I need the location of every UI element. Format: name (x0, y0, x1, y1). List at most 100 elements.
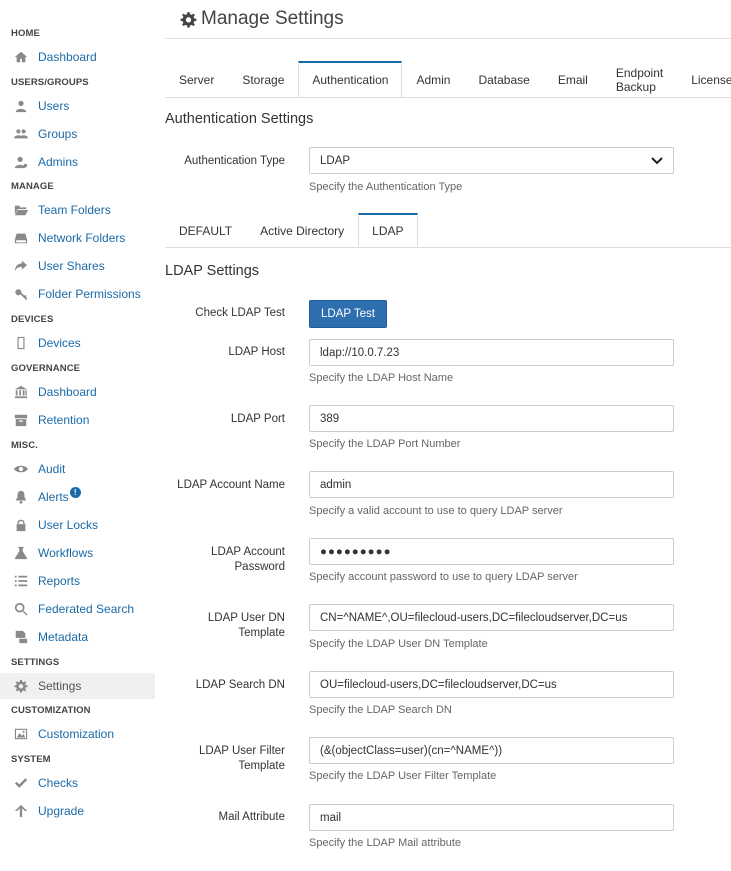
search-icon (12, 601, 30, 617)
subtab-active-directory[interactable]: Active Directory (246, 213, 358, 247)
auth-type-help: Specify the Authentication Type (309, 181, 463, 193)
sidebar-item-label: Customization (38, 727, 115, 741)
sidebar-item-governance-dashboard[interactable]: Dashboard (0, 379, 155, 405)
ldap-test-button[interactable]: LDAP Test (309, 300, 387, 328)
gear-icon (180, 11, 197, 28)
sidebar-item-user-locks[interactable]: User Locks (0, 512, 155, 538)
key-icon (12, 286, 30, 302)
sidebar-item-team-folders[interactable]: Team Folders (0, 197, 155, 223)
sidebar-item-label: Groups (38, 127, 78, 141)
ldap-port-label: LDAP Port (230, 413, 285, 425)
sidebar-item-federated-search[interactable]: Federated Search (0, 596, 155, 622)
sidebar: HOME Dashboard USERS/GROUPS Users Groups… (0, 0, 155, 871)
ldap-password-label: LDAP Account Password (211, 546, 285, 573)
sidebar-item-metadata[interactable]: Metadata (0, 624, 155, 650)
subtabs-divider (165, 247, 731, 248)
ldap-port-help: Specify the LDAP Port Number (309, 438, 461, 450)
sidebar-item-label: Checks (38, 776, 79, 790)
sidebar-item-label: Settings (38, 679, 82, 693)
eye-icon (12, 461, 30, 477)
metadata-document-icon (12, 629, 30, 645)
main-content: Manage Settings Server Storage Authentic… (165, 0, 731, 871)
mail-attribute-label: Mail Attribute (218, 811, 285, 823)
sidebar-item-retention[interactable]: Retention (0, 407, 155, 433)
alert-badge: ! (69, 487, 81, 498)
tab-endpoint-backup[interactable]: Endpoint Backup (602, 61, 677, 97)
ldap-userdn-help: Specify the LDAP User DN Template (309, 638, 488, 650)
section-governance: GOVERNANCE (11, 363, 81, 374)
sidebar-item-label: Reports (38, 574, 81, 588)
network-drive-icon (12, 230, 30, 246)
lock-icon (12, 517, 30, 533)
auth-type-select[interactable]: LDAP (309, 147, 674, 174)
mail-attribute-input[interactable]: mail (309, 804, 674, 831)
sidebar-item-reports[interactable]: Reports (0, 568, 155, 594)
sidebar-item-label: Upgrade (38, 804, 85, 818)
sidebar-item-user-shares[interactable]: User Shares (0, 253, 155, 279)
auth-type-label: Authentication Type (184, 155, 285, 167)
sidebar-item-label: Devices (38, 336, 81, 350)
sidebar-item-users[interactable]: Users (0, 93, 155, 119)
subtab-ldap[interactable]: LDAP (358, 213, 418, 247)
tablet-icon (12, 335, 30, 351)
chevron-down-icon (651, 157, 663, 165)
sidebar-item-label: User Shares (38, 259, 105, 273)
tab-admin[interactable]: Admin (402, 61, 464, 97)
page-title-text: Manage Settings (201, 8, 344, 29)
sidebar-item-admins[interactable]: Admins (0, 149, 155, 175)
sidebar-item-label: Admins (38, 155, 79, 169)
ldap-account-help: Specify a valid account to use to query … (309, 505, 563, 517)
ldap-port-input[interactable]: 389 (309, 405, 674, 432)
ldap-userdn-input[interactable]: CN=^NAME^,OU=filecloud-users,DC=fileclou… (309, 604, 674, 631)
sidebar-item-customization[interactable]: Customization (0, 721, 155, 747)
sidebar-item-audit[interactable]: Audit (0, 456, 155, 482)
section-misc: MISC. (11, 440, 38, 451)
tab-server[interactable]: Server (165, 61, 228, 97)
gear-icon (12, 678, 30, 694)
tab-license[interactable]: License (677, 61, 731, 97)
sidebar-item-network-folders[interactable]: Network Folders (0, 225, 155, 251)
sidebar-item-workflows[interactable]: Workflows (0, 540, 155, 566)
sidebar-item-label: Team Folders (38, 203, 111, 217)
image-icon (12, 726, 30, 742)
sidebar-item-folder-permissions[interactable]: Folder Permissions (0, 281, 155, 307)
section-system: SYSTEM (11, 754, 51, 765)
sidebar-item-label: User Locks (38, 518, 99, 532)
sidebar-item-groups[interactable]: Groups (0, 121, 155, 147)
tabs-divider (165, 97, 731, 98)
subtab-default[interactable]: DEFAULT (165, 213, 246, 247)
ldap-userdn-label: LDAP User DN Template (207, 612, 285, 639)
list-icon (12, 573, 30, 589)
mail-attribute-help: Specify the LDAP Mail attribute (309, 837, 462, 849)
sidebar-item-alerts[interactable]: Alerts! (0, 484, 155, 510)
sidebar-item-upgrade[interactable]: Upgrade (0, 798, 155, 824)
tab-storage[interactable]: Storage (228, 61, 298, 97)
sidebar-item-dashboard[interactable]: Dashboard (0, 44, 155, 70)
section-home: HOME (11, 28, 40, 39)
ldap-filter-label: LDAP User Filter Template (198, 745, 285, 772)
tab-database[interactable]: Database (464, 61, 543, 97)
ldap-password-input[interactable]: ●●●●●●●●● (309, 538, 674, 565)
section-devices: DEVICES (11, 314, 54, 325)
admin-user-icon (12, 154, 30, 170)
sidebar-item-settings[interactable]: Settings (0, 673, 155, 699)
checkmark-icon (12, 775, 30, 791)
ldap-searchdn-label: LDAP Search DN (195, 679, 285, 691)
settings-tabs: Server Storage Authentication Admin Data… (165, 61, 731, 97)
sidebar-item-devices[interactable]: Devices (0, 330, 155, 356)
ldap-searchdn-input[interactable]: OU=filecloud-users,DC=filecloudserver,DC… (309, 671, 674, 698)
sidebar-item-label: Dashboard (38, 385, 97, 399)
title-divider (165, 38, 731, 39)
ldap-host-input[interactable]: ldap://10.0.7.23 (309, 339, 674, 366)
tab-authentication[interactable]: Authentication (298, 61, 403, 97)
ldap-filter-input[interactable]: (&(objectClass=user)(cn=^NAME^)) (309, 737, 674, 764)
ldap-account-input[interactable]: admin (309, 471, 674, 498)
section-customization: CUSTOMIZATION (11, 705, 91, 716)
auth-settings-title: Authentication Settings (165, 111, 314, 127)
share-arrow-icon (12, 258, 30, 274)
tab-email[interactable]: Email (544, 61, 602, 97)
sidebar-item-checks[interactable]: Checks (0, 770, 155, 796)
check-ldap-label: Check LDAP Test (195, 307, 285, 319)
section-settings: SETTINGS (11, 657, 60, 668)
ldap-searchdn-help: Specify the LDAP Search DN (309, 704, 452, 716)
